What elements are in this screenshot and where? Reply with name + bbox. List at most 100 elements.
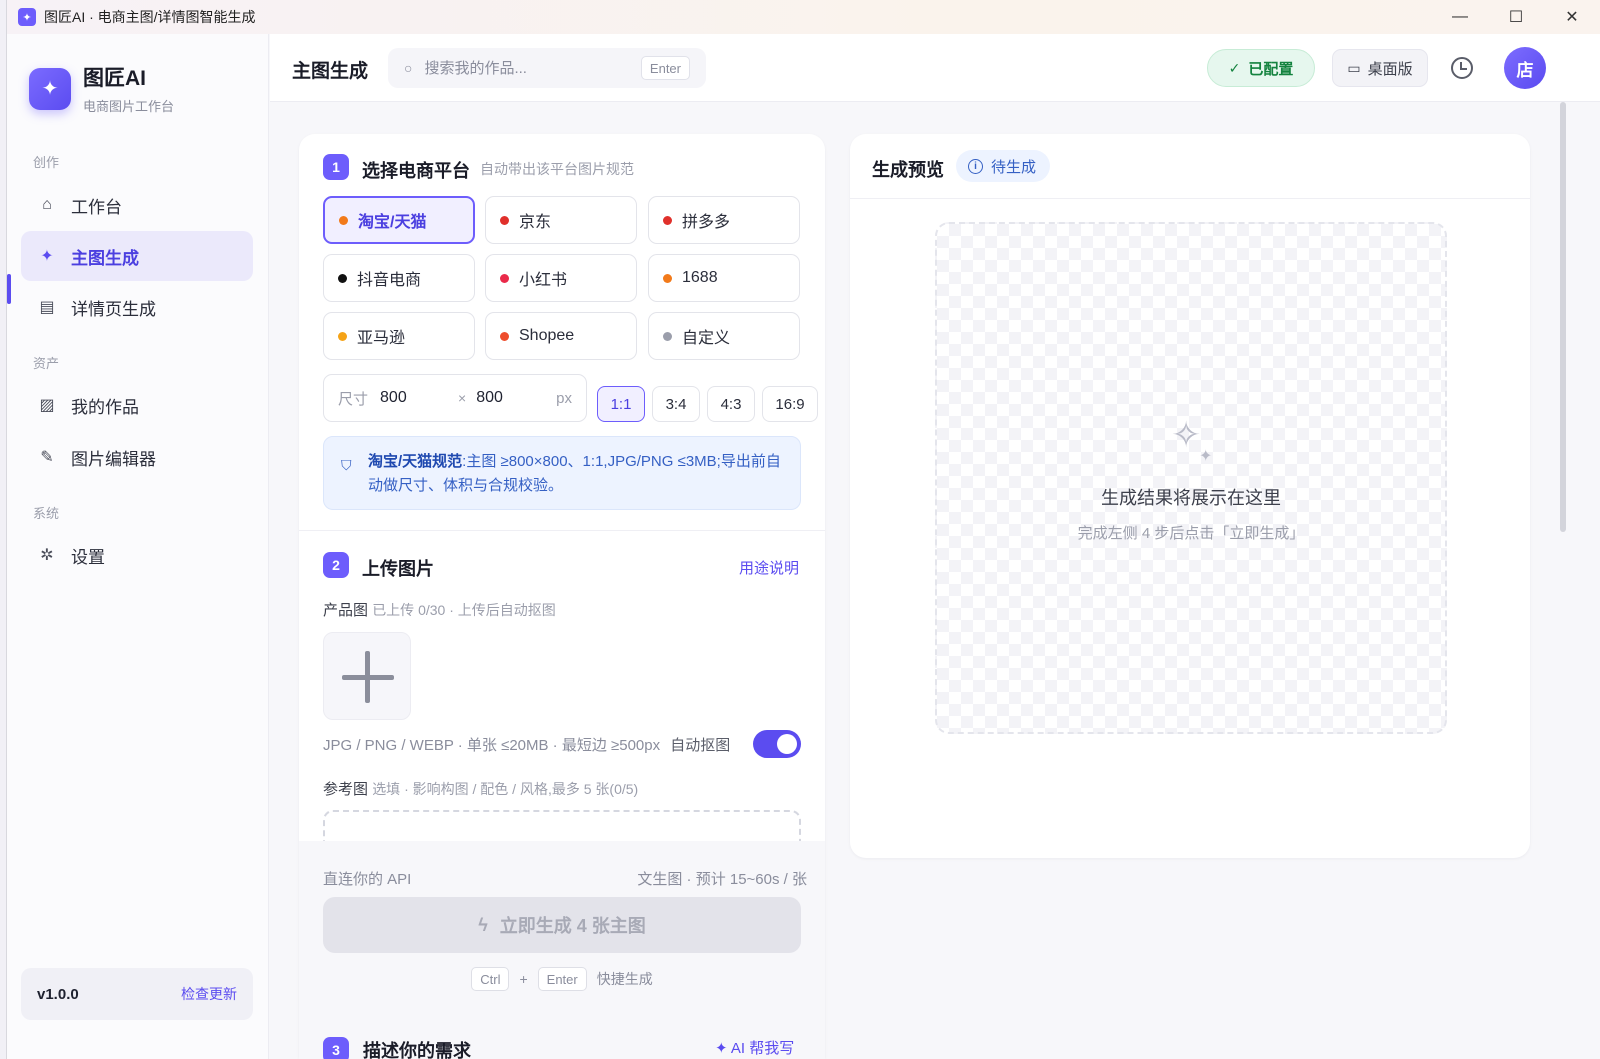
desktop-version-button[interactable]: ▭ 桌面版 bbox=[1332, 49, 1428, 87]
platform-option-jd[interactable]: 京东 bbox=[485, 196, 637, 244]
auto-cutout-toggle[interactable] bbox=[753, 730, 801, 758]
generate-button[interactable]: ϟ 立即生成 4 张主图 bbox=[323, 897, 801, 953]
ratio-option-4-3[interactable]: 4:3 bbox=[707, 386, 755, 422]
platform-option-xiaohongshu[interactable]: 小红书 bbox=[485, 254, 637, 302]
close-button[interactable]: ✕ bbox=[1544, 0, 1600, 34]
step-2-title: 上传图片 bbox=[362, 559, 434, 579]
sparkle-small-icon: ✦ bbox=[1199, 448, 1213, 465]
platform-label: 1688 bbox=[682, 269, 718, 286]
window-controls: — ☐ ✕ bbox=[1432, 0, 1600, 34]
sidebar-item-label: 工作台 bbox=[71, 197, 122, 217]
shortcut-hint: Ctrl + Enter 快捷生成 bbox=[299, 967, 825, 991]
times-sign: × bbox=[458, 390, 467, 406]
plus-sign: + bbox=[519, 971, 528, 987]
step-1-hint: 自动带出该平台图片规范 bbox=[480, 161, 634, 177]
upload-product-button[interactable] bbox=[323, 632, 411, 720]
estimate-label: 文生图 · 预计 15~60s / 张 bbox=[637, 871, 807, 888]
platform-dot bbox=[663, 331, 672, 341]
enter-shortcut-chip: Enter bbox=[640, 56, 690, 80]
platform-option-1688[interactable]: 1688 bbox=[648, 254, 800, 302]
gear-icon: ✲ bbox=[40, 547, 54, 564]
shield-icon: ⛉ bbox=[341, 457, 352, 473]
version-label: v1.0.0 bbox=[37, 985, 79, 1003]
sparkle-icon: ✦ bbox=[40, 248, 54, 265]
product-label: 产品图 bbox=[323, 602, 369, 619]
platform-label: 自定义 bbox=[682, 330, 731, 347]
platform-dot bbox=[500, 331, 509, 341]
info-icon: i bbox=[968, 158, 983, 174]
height-input[interactable]: 800 bbox=[476, 389, 546, 407]
section-divider bbox=[299, 530, 825, 531]
window-title: 图匠AI · 电商主图/详情图智能生成 bbox=[44, 9, 256, 25]
ratio-option-3-4[interactable]: 3:4 bbox=[652, 386, 700, 422]
auto-cutout-label: 自动抠图 bbox=[670, 737, 731, 754]
page-scrollbar[interactable] bbox=[1560, 102, 1566, 532]
platform-label: 小红书 bbox=[519, 272, 568, 289]
product-hint: 已上传 0/30 · 上传后自动抠图 bbox=[372, 602, 556, 618]
check-update-link[interactable]: 检查更新 bbox=[181, 984, 237, 1004]
active-indicator bbox=[7, 274, 11, 304]
platform-dot bbox=[663, 273, 672, 283]
platform-option-douyin[interactable]: 抖音电商 bbox=[323, 254, 475, 302]
check-icon: ✓ bbox=[1228, 59, 1241, 76]
sidebar-item-main-image[interactable]: ✦ 主图生成 bbox=[21, 231, 253, 281]
sidebar-item-label: 主图生成 bbox=[71, 248, 139, 268]
version-card: v1.0.0 检查更新 bbox=[21, 968, 253, 1020]
sidebar-item-label: 详情页生成 bbox=[71, 299, 156, 319]
unit-label: px bbox=[556, 389, 572, 407]
platform-dot bbox=[338, 331, 347, 341]
maximize-button[interactable]: ☐ bbox=[1488, 0, 1544, 34]
section-label-assets: 资产 bbox=[33, 356, 60, 371]
sidebar-item-my-works[interactable]: ▨ 我的作品 bbox=[21, 380, 253, 430]
ratio-option-16-9[interactable]: 16:9 bbox=[762, 386, 818, 422]
config-panel: 1 选择电商平台 自动带出该平台图片规范 淘宝/天猫 京东 拼多多 抖音电商 小… bbox=[299, 134, 825, 1059]
history-icon[interactable] bbox=[1451, 57, 1473, 79]
search-box: ○ Enter bbox=[388, 48, 706, 88]
sidebar-item-image-editor[interactable]: ✎ 图片编辑器 bbox=[21, 432, 253, 482]
sidebar-item-workbench[interactable]: ⌂ 工作台 bbox=[21, 180, 253, 230]
brand-logo-icon: ✦ bbox=[29, 67, 71, 110]
brand: ✦ 图匠AI 电商图片工作台 bbox=[29, 62, 174, 115]
step-3-title: 描述你的需求 bbox=[363, 1041, 471, 1059]
product-image-label: 产品图 已上传 0/30 · 上传后自动抠图 bbox=[323, 599, 556, 620]
platform-spec-notice: ⛉ 淘宝/天猫规范:主图 ≥800×800、1:1,JPG/PNG ≤3MB;导… bbox=[323, 436, 801, 510]
preview-canvas: ✧ ✦ 生成结果将展示在这里 完成左侧 4 步后点击「立即生成」 bbox=[935, 222, 1447, 734]
monitor-icon: ▭ bbox=[1347, 59, 1361, 76]
width-input[interactable]: 800 bbox=[380, 389, 450, 407]
brand-subtitle: 电商图片工作台 bbox=[83, 99, 175, 114]
configured-badge[interactable]: ✓ 已配置 bbox=[1207, 49, 1315, 87]
formats-text: JPG / PNG / WEBP · 单张 ≤20MB · 最短边 ≥500px bbox=[323, 737, 661, 754]
section-label-system: 系统 bbox=[33, 506, 60, 521]
sidebar-item-label: 我的作品 bbox=[71, 397, 139, 417]
platform-option-custom[interactable]: 自定义 bbox=[648, 312, 800, 360]
sidebar-item-label: 图片编辑器 bbox=[71, 449, 156, 469]
search-icon: ○ bbox=[404, 60, 413, 76]
reference-image-label: 参考图 选填 · 影响构图 / 配色 / 风格,最多 5 张(0/5) bbox=[323, 778, 638, 799]
sidebar-item-settings[interactable]: ✲ 设置 bbox=[21, 530, 253, 580]
preview-divider bbox=[850, 198, 1530, 199]
step-3-header: 3 描述你的需求 bbox=[323, 1037, 471, 1059]
ratio-option-1-1[interactable]: 1:1 bbox=[597, 386, 645, 422]
search-input[interactable] bbox=[424, 59, 625, 77]
generate-label: 立即生成 4 张主图 bbox=[499, 916, 646, 936]
platform-label: 抖音电商 bbox=[357, 272, 422, 289]
spec-name: 淘宝/天猫规范 bbox=[368, 453, 463, 470]
enter-key: Enter bbox=[537, 967, 587, 991]
avatar[interactable]: 店 bbox=[1504, 47, 1546, 89]
platform-option-amazon[interactable]: 亚马逊 bbox=[323, 312, 475, 360]
ctrl-key: Ctrl bbox=[471, 967, 510, 991]
ai-write-link[interactable]: ✦ AI 帮我写 bbox=[715, 1037, 794, 1058]
step-1-badge: 1 bbox=[323, 154, 349, 180]
preview-panel: 生成预览 i 待生成 ✧ ✦ 生成结果将展示在这里 完成左侧 4 步后点击「立即… bbox=[850, 134, 1530, 858]
platform-option-taobao[interactable]: 淘宝/天猫 bbox=[323, 196, 475, 244]
status-label: 待生成 bbox=[991, 158, 1037, 176]
brand-name: 图匠AI bbox=[83, 67, 146, 90]
platform-label: 亚马逊 bbox=[357, 330, 406, 347]
sparkle-icon: ✧ bbox=[1171, 414, 1202, 455]
usage-help-link[interactable]: 用途说明 bbox=[739, 557, 799, 578]
minimize-button[interactable]: — bbox=[1432, 0, 1488, 34]
sidebar-item-detail-page[interactable]: ▤ 详情页生成 bbox=[21, 282, 253, 332]
platform-option-pinduoduo[interactable]: 拼多多 bbox=[648, 196, 800, 244]
generate-footer: 直连你的 API 文生图 · 预计 15~60s / 张 ϟ 立即生成 4 张主… bbox=[299, 841, 825, 1059]
platform-option-shopee[interactable]: Shopee bbox=[485, 312, 637, 360]
